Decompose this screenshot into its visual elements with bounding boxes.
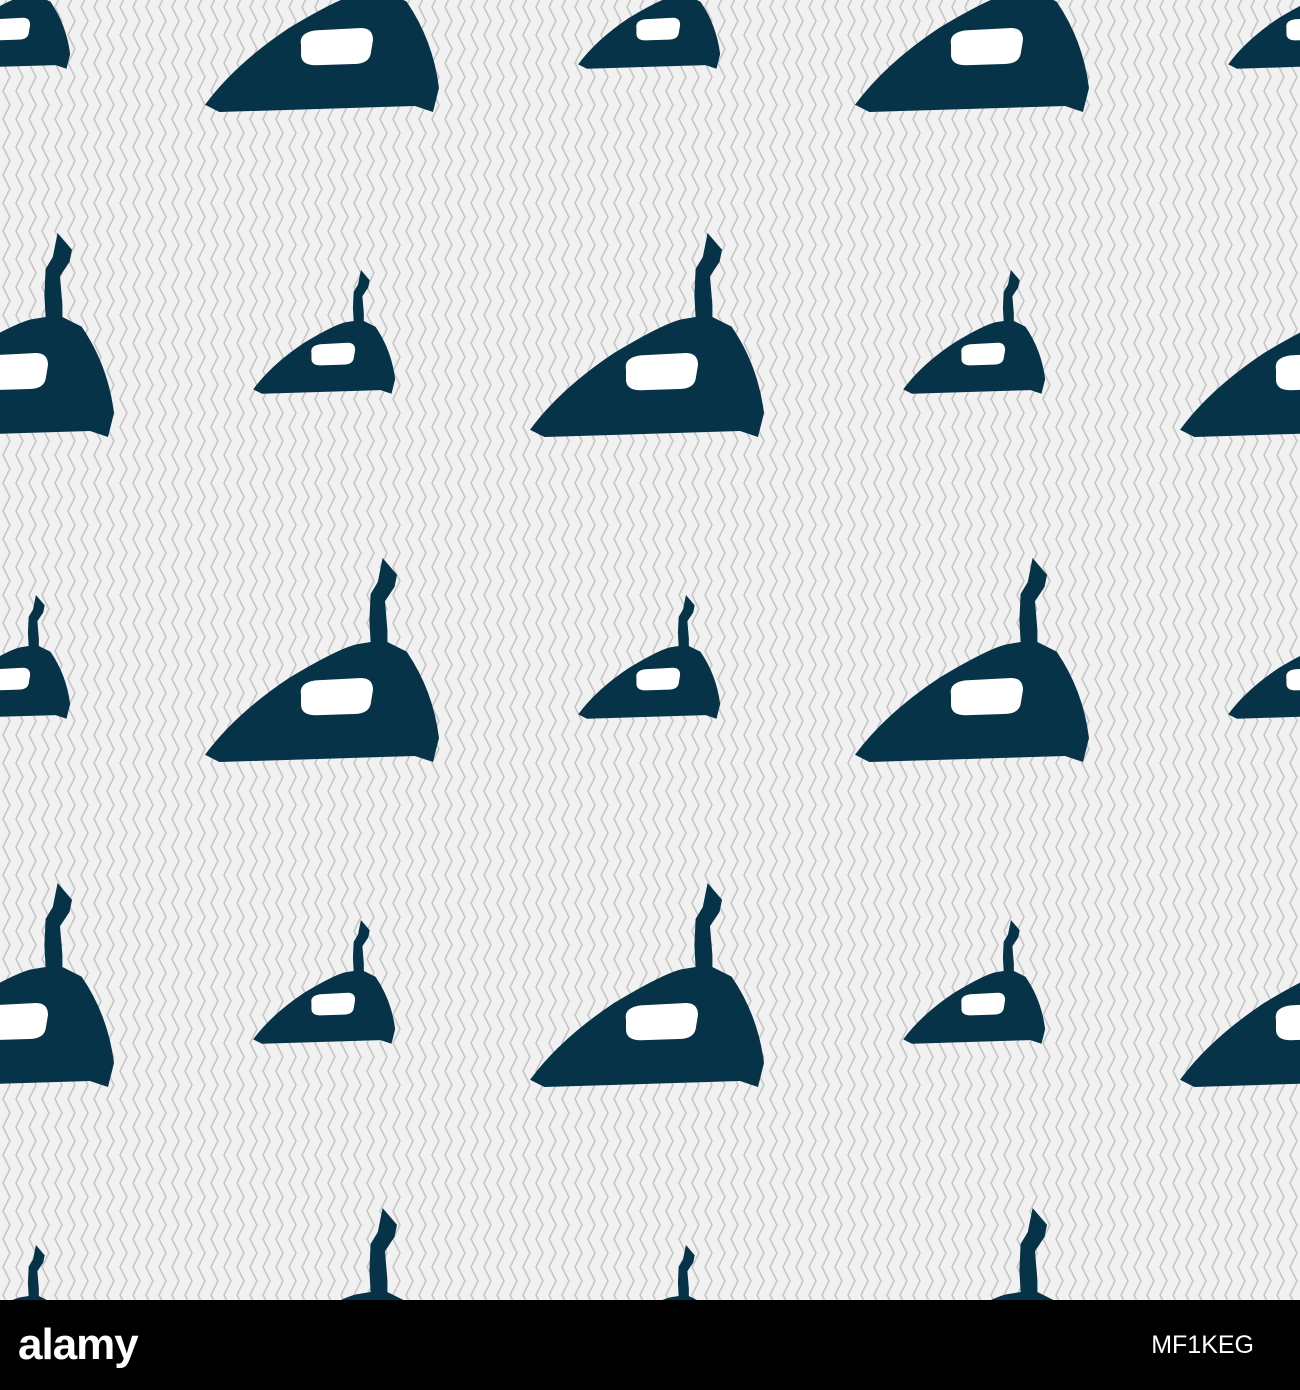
- brand-logo: alamy: [18, 1320, 139, 1369]
- seamless-pattern: [0, 0, 1300, 1300]
- zigzag-stripes: [0, 0, 1300, 1300]
- watermark-footer: alamy MF1KEG: [0, 1300, 1300, 1390]
- pattern-canvas: [0, 0, 1300, 1300]
- image-id-label: MF1KEG: [1151, 1331, 1254, 1359]
